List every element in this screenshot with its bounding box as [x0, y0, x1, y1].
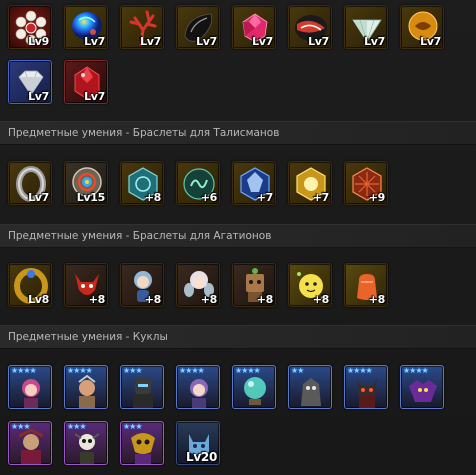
- bracelet-slot[interactable]: +8: [120, 161, 164, 205]
- level-label: +8: [368, 293, 386, 306]
- bracelet-slot[interactable]: +9: [344, 161, 388, 205]
- level-label: +8: [88, 293, 106, 306]
- level-label: +8: [200, 293, 218, 306]
- level-label: +8: [144, 191, 162, 204]
- agathion-bracelet-row: Lv8 +8 +8 +8 +8 +8 +8: [8, 263, 400, 307]
- talisman-row-1: Lv9 Lv7 Lv7 Lv7 Lv7 Lv7 Lv7 Lv7: [8, 5, 456, 49]
- talisman-slot[interactable]: Lv7: [8, 60, 52, 104]
- doll-slot[interactable]: ★★★★: [176, 365, 220, 409]
- level-label: Lv15: [76, 191, 106, 204]
- level-label: +7: [312, 191, 330, 204]
- level-label: Lv9: [28, 35, 49, 48]
- section-header-talisman-bracelets: Предметные умения - Браслеты для Талисма…: [0, 121, 476, 145]
- section-title: Предметные умения - Куклы: [8, 331, 168, 343]
- doll-slot[interactable]: ★★★: [120, 365, 164, 409]
- talisman-slot[interactable]: Lv9: [8, 5, 52, 49]
- talisman-slot[interactable]: Lv7: [232, 5, 276, 49]
- doll-slot[interactable]: ★★★★: [400, 365, 444, 409]
- doll-slot[interactable]: ★★★★: [232, 365, 276, 409]
- talisman-slot[interactable]: Lv7: [400, 5, 444, 49]
- bracelet-slot[interactable]: Lv15: [64, 161, 108, 205]
- level-label: Lv7: [420, 35, 441, 48]
- doll-slot[interactable]: Lv20: [176, 421, 220, 465]
- star-rating: ★★★: [67, 422, 86, 431]
- talisman-slot[interactable]: Lv7: [176, 5, 220, 49]
- level-label: Lv7: [84, 90, 105, 103]
- agathion-slot[interactable]: Lv8: [8, 263, 52, 307]
- star-rating: ★★★: [123, 366, 142, 375]
- doll-slot[interactable]: ★★★: [8, 421, 52, 465]
- section-header-dolls: Предметные умения - Куклы: [0, 325, 476, 349]
- doll-row-2: ★★★ ★★★ ★★★ Lv20: [8, 421, 232, 465]
- doll-slot[interactable]: ★★★★: [8, 365, 52, 409]
- star-rating: ★★★★: [11, 366, 37, 375]
- section-header-agathion-bracelets: Предметные умения - Браслеты для Агатион…: [0, 224, 476, 248]
- bracelet-slot[interactable]: Lv7: [8, 161, 52, 205]
- talisman-bracelet-row: Lv7 Lv15 +8 +6 +7 +7 +9: [8, 161, 400, 205]
- talisman-row-2: Lv7 Lv7: [8, 60, 120, 104]
- doll-slot[interactable]: ★★★★: [64, 365, 108, 409]
- star-rating: ★★★★: [235, 366, 261, 375]
- star-rating: ★★: [291, 366, 304, 375]
- section-title: Предметные умения - Браслеты для Агатион…: [8, 230, 272, 242]
- agathion-slot[interactable]: +8: [344, 263, 388, 307]
- doll-slot[interactable]: ★★★: [64, 421, 108, 465]
- level-label: +8: [312, 293, 330, 306]
- bracelet-slot[interactable]: +7: [232, 161, 276, 205]
- agathion-slot[interactable]: +8: [176, 263, 220, 307]
- level-label: +8: [256, 293, 274, 306]
- talisman-slot[interactable]: Lv7: [64, 5, 108, 49]
- star-rating: ★★★★: [403, 366, 429, 375]
- level-label: Lv7: [196, 35, 217, 48]
- level-label: Lv7: [252, 35, 273, 48]
- level-label: Lv7: [28, 191, 49, 204]
- star-rating: ★★★★: [67, 366, 93, 375]
- agathion-slot[interactable]: +8: [232, 263, 276, 307]
- level-label: Lv20: [186, 450, 217, 464]
- doll-slot[interactable]: ★★★★: [344, 365, 388, 409]
- level-label: Lv8: [28, 293, 49, 306]
- agathion-slot[interactable]: +8: [288, 263, 332, 307]
- level-label: Lv7: [364, 35, 385, 48]
- star-rating: ★★★: [11, 422, 30, 431]
- level-label: +8: [144, 293, 162, 306]
- star-rating: ★★★: [123, 422, 142, 431]
- level-label: Lv7: [28, 90, 49, 103]
- section-title: Предметные умения - Браслеты для Талисма…: [8, 127, 280, 139]
- doll-row-1: ★★★★ ★★★★ ★★★ ★★★★ ★★★★ ★★ ★★★★ ★★★★: [8, 365, 456, 409]
- talisman-slot[interactable]: Lv7: [64, 60, 108, 104]
- doll-slot[interactable]: ★★★: [120, 421, 164, 465]
- level-label: Lv7: [84, 35, 105, 48]
- star-rating: ★★★★: [179, 366, 205, 375]
- level-label: +6: [200, 191, 218, 204]
- bracelet-slot[interactable]: +7: [288, 161, 332, 205]
- talisman-slot[interactable]: Lv7: [344, 5, 388, 49]
- level-label: Lv7: [140, 35, 161, 48]
- item-skills-panel: Lv9 Lv7 Lv7 Lv7 Lv7 Lv7 Lv7 Lv7 Lv7 Lv7 …: [0, 0, 476, 475]
- level-label: +9: [368, 191, 386, 204]
- star-rating: ★★★★: [347, 366, 373, 375]
- talisman-slot[interactable]: Lv7: [120, 5, 164, 49]
- agathion-slot[interactable]: +8: [64, 263, 108, 307]
- level-label: Lv7: [308, 35, 329, 48]
- agathion-slot[interactable]: +8: [120, 263, 164, 307]
- doll-slot[interactable]: ★★: [288, 365, 332, 409]
- bracelet-slot[interactable]: +6: [176, 161, 220, 205]
- level-label: +7: [256, 191, 274, 204]
- talisman-slot[interactable]: Lv7: [288, 5, 332, 49]
